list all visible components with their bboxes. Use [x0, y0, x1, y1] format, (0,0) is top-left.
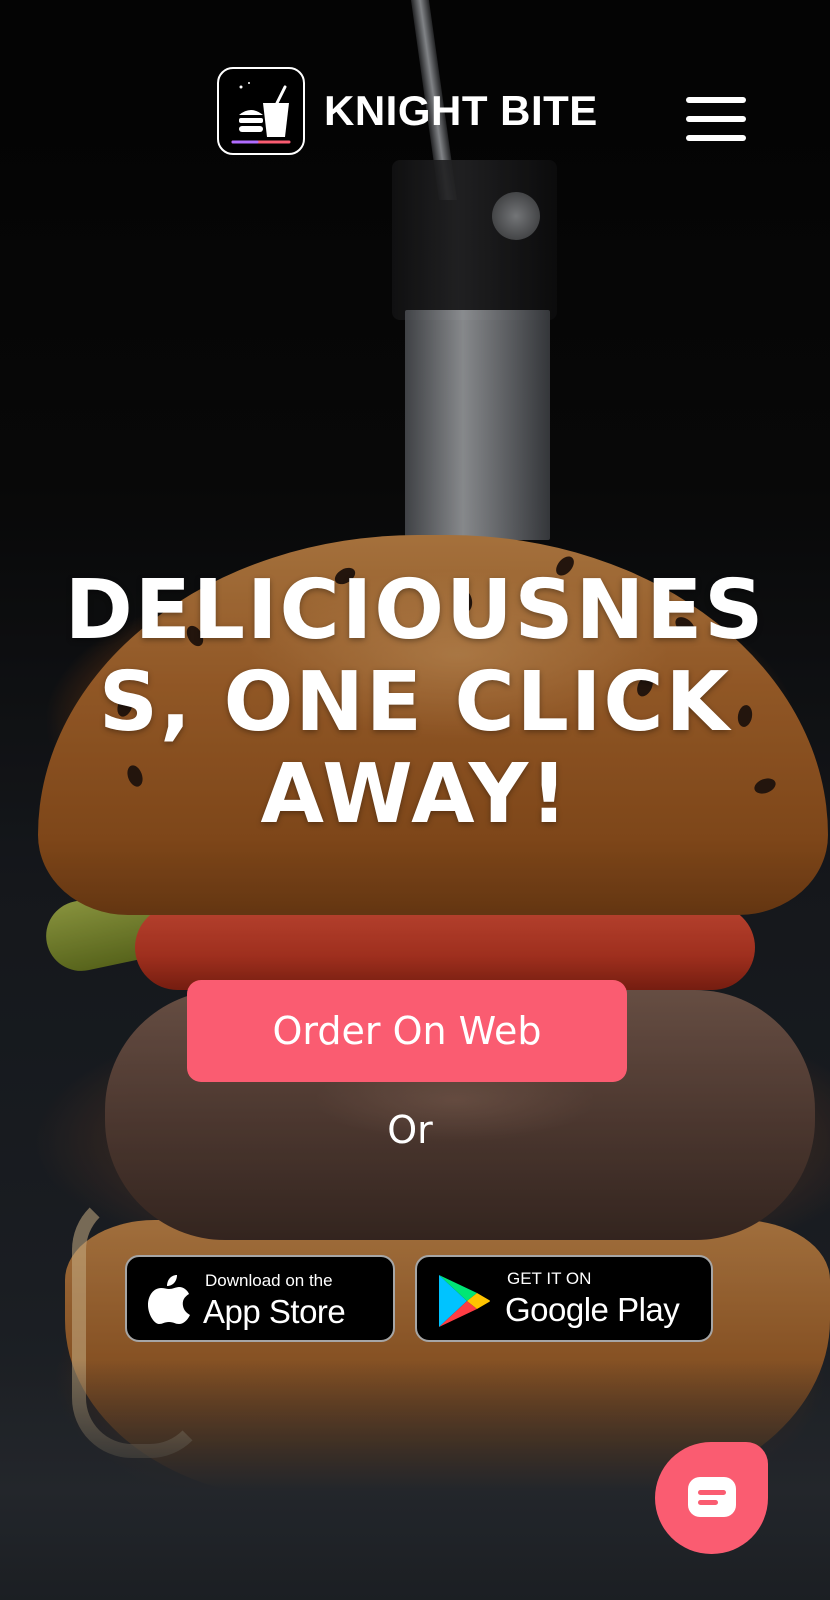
- google-play-icon: [439, 1275, 490, 1327]
- hamburger-menu-icon[interactable]: [686, 97, 746, 143]
- fast-food-logo-icon: [231, 82, 291, 144]
- app-store-big-text: App Store: [203, 1293, 346, 1330]
- chat-bubble-icon: [688, 1477, 736, 1517]
- or-separator: Or: [387, 1108, 433, 1152]
- google-play-small-text: GET IT ON: [507, 1269, 592, 1288]
- apple-icon: [148, 1275, 190, 1324]
- brand-logo[interactable]: [217, 67, 305, 155]
- google-play-button[interactable]: GET IT ON Google Play: [415, 1255, 713, 1342]
- app-store-button[interactable]: Download on the App Store: [125, 1255, 395, 1342]
- google-play-big-text: Google Play: [505, 1291, 680, 1328]
- chat-button[interactable]: [655, 1442, 768, 1554]
- order-on-web-button[interactable]: Order On Web: [187, 980, 627, 1082]
- hero-headline: DELICIOUSNESS, ONE CLICK AWAY!: [64, 563, 766, 842]
- app-store-small-text: Download on the: [205, 1271, 333, 1290]
- brand-name[interactable]: KNIGHT BITE: [324, 86, 598, 136]
